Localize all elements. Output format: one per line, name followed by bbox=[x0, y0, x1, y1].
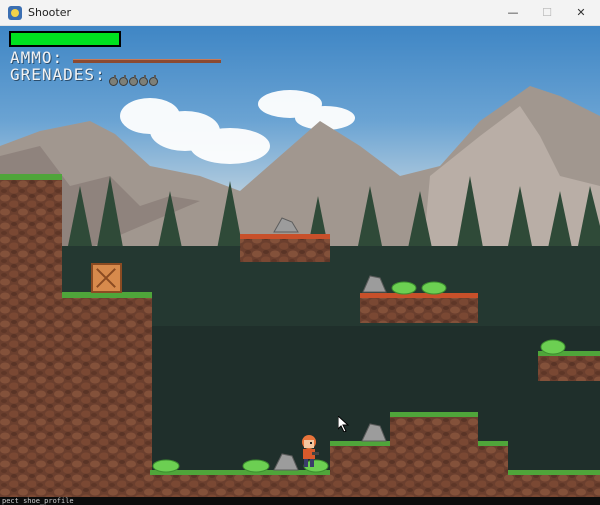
background-landscape bbox=[0, 86, 600, 497]
right-ledge bbox=[538, 353, 600, 381]
ammo-bar bbox=[73, 59, 221, 63]
left-ledge bbox=[62, 294, 152, 497]
app-icon bbox=[8, 6, 22, 20]
mouse-cursor-icon bbox=[338, 416, 350, 432]
grenade-icon bbox=[149, 75, 158, 86]
grenade-icon bbox=[119, 75, 128, 86]
left-cliff bbox=[0, 176, 62, 497]
ammo-label: AMMO: bbox=[10, 48, 64, 67]
window-title: Shooter bbox=[28, 6, 72, 19]
close-button[interactable]: ✕ bbox=[564, 0, 598, 26]
player-icon bbox=[302, 435, 319, 467]
grenade-icon bbox=[129, 75, 138, 86]
crate-icon bbox=[91, 263, 122, 293]
grenade-icons bbox=[109, 71, 159, 86]
terminal-strip-bottom: pect shoe_profile bbox=[0, 497, 600, 505]
grenades-label: GRENADES: bbox=[10, 65, 106, 84]
title-bar[interactable]: Shooter — ☐ ✕ bbox=[0, 0, 600, 26]
game-window: Shooter — ☐ ✕ AMMO: GRENADES: bbox=[0, 0, 600, 497]
grenade-icon bbox=[109, 75, 118, 86]
health-bar bbox=[9, 31, 121, 47]
game-canvas[interactable]: AMMO: GRENADES: bbox=[0, 26, 600, 497]
ground bbox=[150, 472, 600, 497]
minimize-button[interactable]: — bbox=[496, 0, 530, 26]
maximize-button[interactable]: ☐ bbox=[530, 0, 564, 26]
grenade-icon bbox=[139, 75, 148, 86]
